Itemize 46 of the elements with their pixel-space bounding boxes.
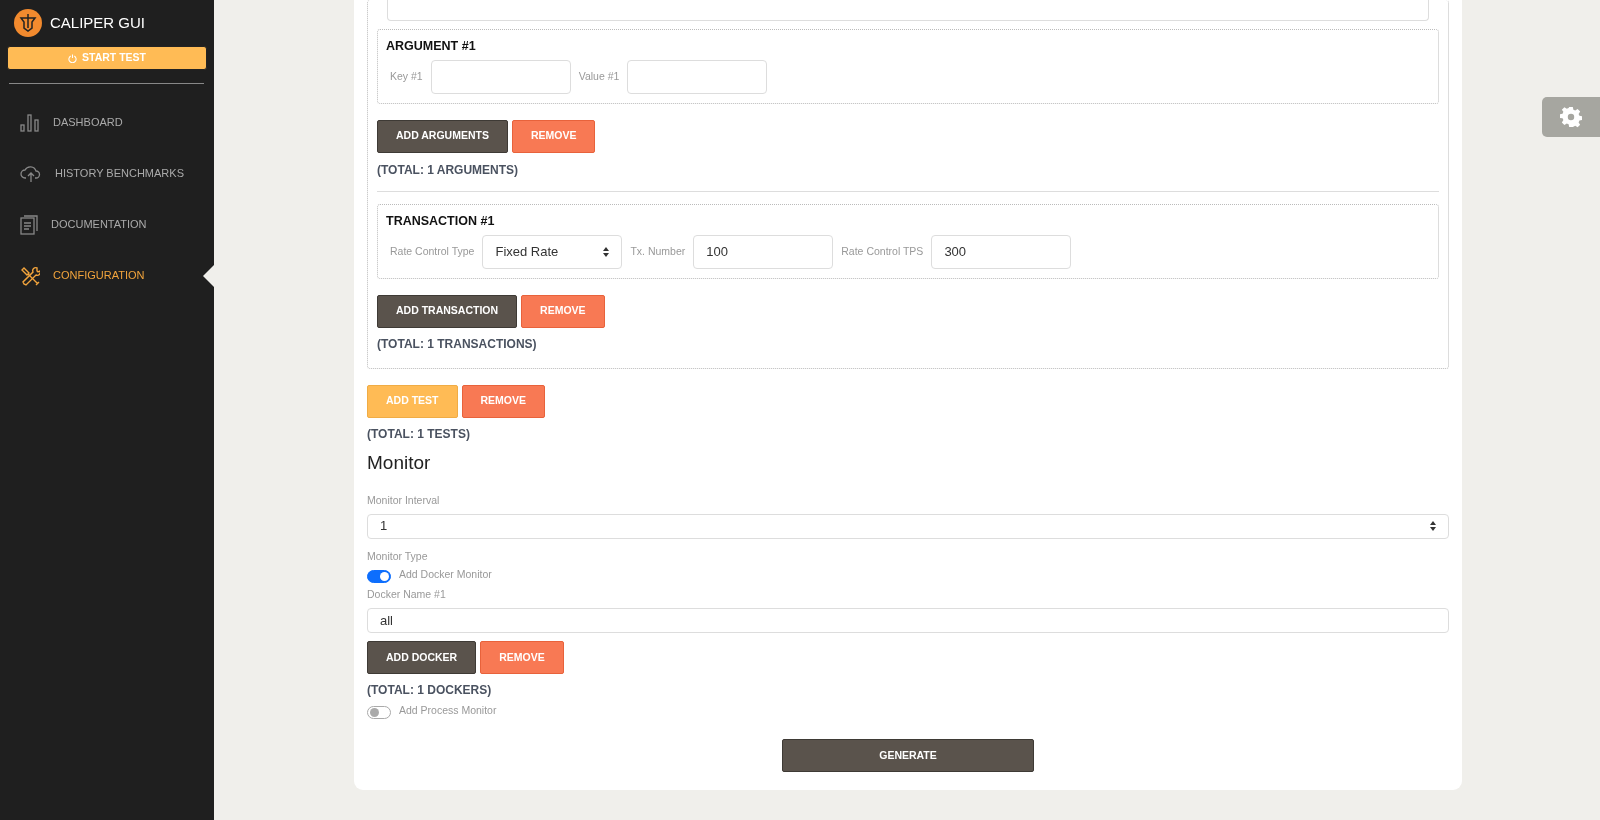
nav-item[interactable]: CONFIGURATION: [0, 250, 214, 301]
input-field[interactable]: [430, 59, 571, 94]
app-title: CALIPER GUI: [50, 12, 146, 33]
field-label: Tx. Number: [630, 243, 686, 259]
field-label: Rate Control Type: [390, 243, 475, 259]
generate-button[interactable]: GENERATE: [782, 739, 1034, 772]
tools-icon: [20, 265, 40, 286]
field-label: Value #1: [578, 68, 620, 84]
nav-item[interactable]: HISTORY BENCHMARKS: [0, 148, 214, 199]
add-button[interactable]: ADD TRANSACTION: [377, 294, 518, 328]
nav-item[interactable]: DOCUMENTATION: [0, 199, 214, 250]
add-button[interactable]: ADD ARGUMENTS: [377, 119, 508, 153]
toggle-switch[interactable]: [367, 706, 391, 719]
cloud-upload-icon: [20, 164, 42, 183]
settings-icon: [1560, 106, 1582, 128]
field-label: Monitor Type: [367, 548, 429, 564]
section-title: ARGUMENT #1: [386, 38, 477, 55]
field-label: Rate Control TPS: [841, 243, 924, 259]
add-button[interactable]: ADD DOCKER: [367, 641, 477, 674]
section-heading: Monitor: [367, 450, 432, 475]
logo-icon: [14, 9, 42, 37]
input-field[interactable]: [387, 0, 1429, 21]
toggle-switch[interactable]: [367, 570, 391, 584]
nav-item[interactable]: DASHBOARD: [0, 97, 214, 148]
section-title: TRANSACTION #1: [386, 212, 496, 230]
sort-arrows-icon: [603, 246, 610, 257]
input-field[interactable]: 100: [693, 234, 834, 269]
total-count: (TOTAL: 1 TESTS): [367, 425, 471, 443]
input-field[interactable]: all: [367, 608, 1449, 633]
field-label: Docker Name #1: [367, 587, 447, 603]
field-label: Key #1: [390, 68, 423, 84]
toggle-label: Add Process Monitor: [399, 703, 497, 718]
input-field[interactable]: 300: [931, 234, 1072, 269]
power-icon: [68, 53, 77, 63]
settings-button[interactable]: [1542, 97, 1600, 137]
total-count: (TOTAL: 1 ARGUMENTS): [377, 161, 520, 179]
sort-arrows-icon: [1430, 521, 1436, 532]
total-count: (TOTAL: 1 TRANSACTIONS): [377, 335, 538, 353]
bar-chart-icon: [20, 113, 40, 132]
input-field[interactable]: [627, 59, 768, 94]
toggle-label: Add Docker Monitor: [399, 567, 492, 583]
document-icon: [20, 214, 38, 235]
select-field[interactable]: 1: [367, 513, 1449, 539]
select-field[interactable]: Fixed Rate: [482, 234, 623, 269]
field-label: Monitor Interval: [367, 493, 441, 508]
total-count: (TOTAL: 1 DOCKERS): [367, 682, 493, 699]
